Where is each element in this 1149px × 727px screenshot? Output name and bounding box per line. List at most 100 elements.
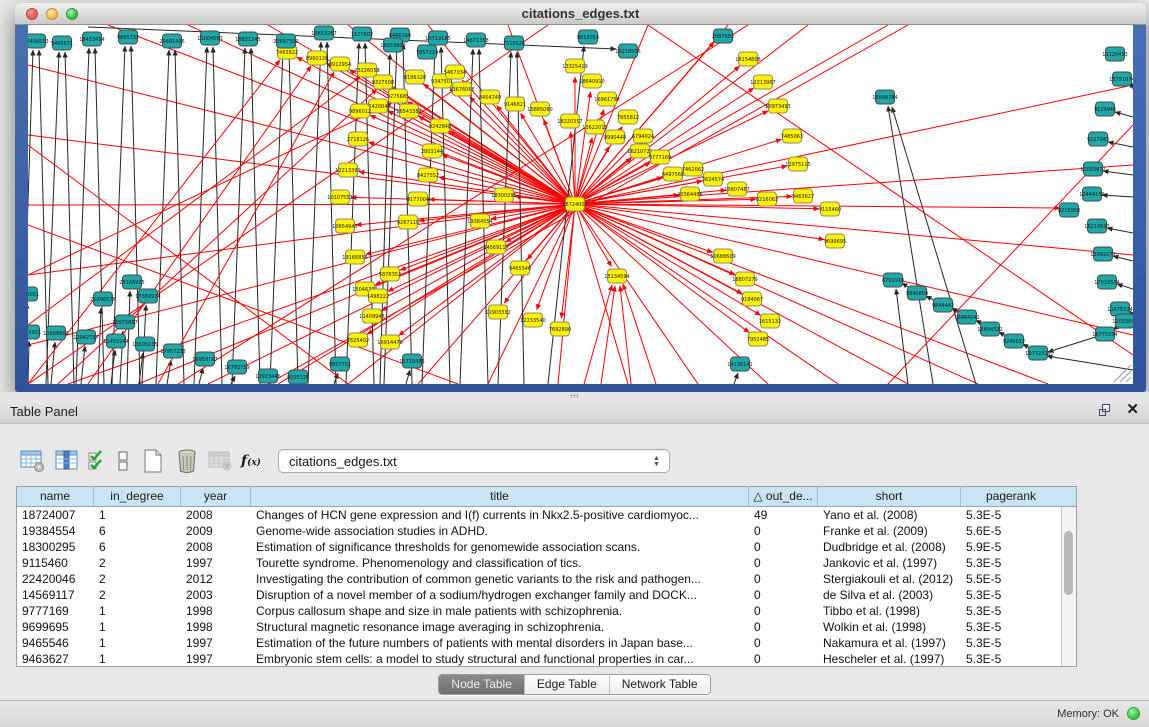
cell-out_degree[interactable]: 0 <box>749 555 818 571</box>
table-row[interactable]: 946554611997Estimation of the future num… <box>17 635 1061 651</box>
graph-node-teal[interactable]: 15992071 <box>1090 247 1115 261</box>
table-scrollbar[interactable] <box>1061 507 1076 666</box>
graph-node-yellow[interactable]: 10688609 <box>710 249 735 263</box>
cell-year[interactable]: 1998 <box>181 619 251 635</box>
graph-node-yellow[interactable]: 1615132 <box>759 314 781 328</box>
cell-short[interactable]: Nakamura et al. (1997) <box>818 635 961 651</box>
new-column-button[interactable] <box>136 445 170 477</box>
graph-node-yellow[interactable]: 7692890 <box>549 322 571 336</box>
graph-node-yellow[interactable]: 10807487 <box>724 182 749 196</box>
graph-node-yellow[interactable]: 23676068 <box>449 82 474 96</box>
graph-node-yellow[interactable]: 9177004 <box>407 192 429 206</box>
column-header-short[interactable]: short <box>818 487 961 506</box>
graph-node-yellow[interactable]: 18640910 <box>579 74 604 88</box>
graph-node-teal[interactable]: 25166905 <box>119 275 144 289</box>
graph-node-teal[interactable]: 10653287 <box>311 26 336 40</box>
graph-node-yellow[interactable]: 11903332 <box>485 305 510 319</box>
graph-node-yellow[interactable]: 8186328 <box>404 70 426 84</box>
graph-node-yellow[interactable]: 7952485 <box>747 332 769 346</box>
cell-title[interactable]: Structural magnetic resonance image aver… <box>251 619 749 635</box>
cell-pagerank[interactable]: 5.3E-5 <box>961 603 1061 619</box>
cell-pagerank[interactable]: 5.3E-5 <box>961 507 1061 523</box>
table-mode-button[interactable] <box>16 445 50 477</box>
cell-in_degree[interactable]: 1 <box>94 651 181 666</box>
graph-node-yellow[interactable]: 2718126 <box>347 132 369 146</box>
cell-title[interactable]: Estimation of significance thresholds fo… <box>251 539 749 555</box>
graph-node-yellow[interactable]: 9699695 <box>824 234 846 248</box>
graph-node-teal[interactable]: 20697350 <box>273 34 298 48</box>
cell-out_degree[interactable]: 0 <box>749 587 818 603</box>
graph-node-yellow[interactable]: 9327508 <box>372 75 394 89</box>
graph-node-teal[interactable]: 8813054 <box>577 30 599 44</box>
cell-out_degree[interactable]: 49 <box>749 507 818 523</box>
graph-node-yellow[interactable]: 3624574 <box>702 172 724 186</box>
graph-node-teal[interactable]: 11004563 <box>197 31 222 45</box>
cell-name[interactable]: 9463627 <box>17 651 94 666</box>
graph-node-teal[interactable]: 13505135 <box>132 337 157 351</box>
graph-node-yellow[interactable]: 9275685 <box>387 89 409 103</box>
cell-year[interactable]: 2003 <box>181 587 251 603</box>
graph-node-teal[interactable]: 16053809 <box>380 38 405 52</box>
cell-title[interactable]: Genome-wide association studies in ADHD. <box>251 523 749 539</box>
cell-pagerank[interactable]: 5.9E-5 <box>961 539 1061 555</box>
cell-short[interactable]: Stergiakouli et al. (2012) <box>818 571 961 587</box>
graph-node-teal[interactable]: 15751074 <box>1109 72 1133 86</box>
graph-node-yellow[interactable]: 16961758 <box>594 92 619 106</box>
cell-title[interactable]: Embryonic stem cells: a model to study s… <box>251 651 749 666</box>
cell-name[interactable]: 14569117 <box>17 587 94 603</box>
graph-node-teal[interactable]: 3915931 <box>28 325 41 339</box>
cell-pagerank[interactable]: 5.3E-5 <box>961 635 1061 651</box>
cell-pagerank[interactable]: 5.3E-5 <box>961 587 1061 603</box>
cell-year[interactable]: 1998 <box>181 603 251 619</box>
column-header-title[interactable]: title <box>251 487 749 506</box>
graph-node-yellow[interactable]: 16543382 <box>396 104 421 118</box>
table-row[interactable]: 1938455462009Genome-wide association stu… <box>17 523 1061 539</box>
graph-node-yellow[interactable]: 18724007 <box>562 197 587 211</box>
graph-node-yellow[interactable]: 8427552 <box>417 168 439 182</box>
graph-node-yellow[interactable]: 9465546 <box>509 261 531 275</box>
cell-pagerank[interactable]: 5.6E-5 <box>961 523 1061 539</box>
cell-short[interactable]: Franke et al. (2009) <box>818 523 961 539</box>
cell-name[interactable]: 9777169 <box>17 603 94 619</box>
graph-node-yellow[interactable]: 12233540 <box>520 313 545 327</box>
graph-node-teal[interactable]: 9865732 <box>117 30 139 44</box>
graph-node-teal[interactable]: 1527602 <box>351 27 373 41</box>
cell-in_degree[interactable]: 1 <box>94 507 181 523</box>
graph-node-yellow[interactable]: 5878352 <box>379 267 401 281</box>
column-header-pagerank[interactable]: pagerank <box>961 487 1061 506</box>
cell-short[interactable]: de Silva et al. (2003) <box>818 587 961 603</box>
graph-node-yellow[interactable]: 13622015 <box>582 120 607 134</box>
table-row[interactable]: 1830029562008Estimation of significance … <box>17 539 1061 555</box>
cell-year[interactable]: 2008 <box>181 507 251 523</box>
graph-node-yellow[interactable]: 10107553 <box>327 190 352 204</box>
graph-node-yellow[interactable]: 19166855 <box>342 250 367 264</box>
cell-in_degree[interactable]: 6 <box>94 539 181 555</box>
cell-short[interactable]: Yano et al. (2008) <box>818 507 961 523</box>
graph-node-yellow[interactable]: 15885060 <box>527 102 552 116</box>
cell-name[interactable]: 9115460 <box>17 555 94 571</box>
column-header-year[interactable]: year <box>181 487 251 506</box>
graph-node-yellow[interactable]: 10973493 <box>765 99 790 113</box>
graph-node-teal[interactable]: 5405571 <box>51 36 73 50</box>
graph-node-yellow[interactable]: 6794024 <box>632 129 654 143</box>
cell-short[interactable]: Jankovic et al. (1997) <box>818 555 961 571</box>
table-row[interactable]: 977716911998Corpus callosum shape and si… <box>17 603 1061 619</box>
graph-node-yellow[interactable]: 18300295 <box>491 188 516 202</box>
graph-node-teal[interactable]: 17957223 <box>160 344 185 358</box>
column-header-in_degree[interactable]: in_degree <box>94 487 181 506</box>
graph-node-teal[interactable]: 11451944 <box>103 334 128 348</box>
cell-title[interactable]: Corpus callosum shape and size in male p… <box>251 603 749 619</box>
cell-out_degree[interactable]: 0 <box>749 523 818 539</box>
graph-node-yellow[interactable]: 7462662 <box>682 162 704 176</box>
graph-node-yellow[interactable]: 2803144 <box>421 144 443 158</box>
cell-name[interactable]: 22420046 <box>17 571 94 587</box>
graph-node-teal[interactable]: 20691406 <box>159 34 184 48</box>
graph-node-yellow[interactable]: 9184067 <box>741 292 763 306</box>
cell-short[interactable]: Tibbo et al. (1998) <box>818 603 961 619</box>
graph-node-teal[interactable]: 10719185 <box>425 31 450 45</box>
graph-node-teal[interactable]: 16782759 <box>224 360 249 374</box>
graph-node-teal[interactable]: 16775334 <box>1092 327 1117 341</box>
graph-node-yellow[interactable]: 8216063 <box>756 192 778 206</box>
memory-status-icon[interactable] <box>1127 707 1140 720</box>
network-canvas[interactable]: 1872400774638228960128891295423226058932… <box>28 25 1133 384</box>
